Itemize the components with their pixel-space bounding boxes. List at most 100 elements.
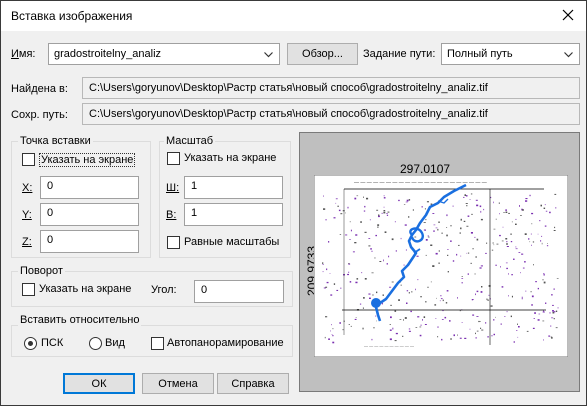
raster-speck [436,297,437,299]
raster-speck [481,286,483,288]
raster-speck [466,225,469,227]
raster-speck [475,293,476,296]
raster-speck [384,231,387,233]
raster-speck [499,213,500,215]
raster-speck [495,218,497,220]
raster-speck [406,302,408,304]
raster-speck [541,242,543,245]
scale-title: Масштаб [164,135,216,147]
raster-speck [389,338,392,341]
width-scale-input[interactable]: 1 [184,176,283,199]
raster-speck [325,316,328,318]
ucs-radio[interactable] [24,337,37,350]
raster-speck [444,316,447,319]
preview-width-label: 297.0107 [400,162,451,176]
raster-speck [438,262,440,264]
raster-speck [408,292,410,294]
raster-speck [427,235,429,237]
insertion-specify-checkbox[interactable] [22,153,35,166]
raster-speck [478,320,480,323]
image-preview: 297.0107 209.9733 — — — — — — — — — — — … [299,132,580,392]
raster-speck [323,208,326,210]
raster-speck [547,243,548,244]
z-input[interactable]: 0 [40,230,139,253]
z-label: Z: [22,236,32,248]
raster-speck [476,204,479,207]
raster-speck [432,265,435,267]
raster-speck [370,248,372,250]
raster-speck [373,327,375,329]
raster-speck [441,319,444,320]
raster-speck [548,335,551,337]
raster-speck [330,294,333,296]
path-mode-combobox[interactable]: Полный путь [441,43,580,65]
raster-speck [487,299,489,301]
raster-speck [534,312,536,314]
raster-speck [545,302,547,304]
raster-speck [501,240,504,242]
raster-speck [372,294,374,296]
raster-speck [435,318,437,319]
found-in-field: C:\Users\goryunov\Desktop\Растр статья\н… [82,77,580,99]
raster-speck [533,318,535,319]
x-input[interactable]: 0 [40,176,139,199]
cancel-button[interactable]: Отмена [142,373,214,394]
path-mode-value: Полный путь [447,48,513,60]
raster-speck [475,332,476,335]
raster-speck [504,316,506,317]
browse-button[interactable]: Обзор... [287,43,358,65]
raster-speck [363,297,365,299]
raster-speck [425,219,427,221]
raster-speck [381,212,384,214]
raster-speck [412,209,414,211]
raster-speck [467,273,469,275]
help-button[interactable]: Справка [217,373,289,394]
raster-speck [386,263,388,265]
raster-speck [510,241,513,243]
raster-speck [392,327,394,330]
raster-speck [408,330,411,332]
autopan-checkbox[interactable] [151,337,164,350]
height-scale-input[interactable]: 1 [184,203,283,226]
raster-speck [446,214,448,217]
raster-speck [542,311,545,313]
scale-specify-label: Указать на экране [184,152,277,164]
raster-speck [421,206,423,208]
view-radio[interactable] [89,337,102,350]
raster-speck [416,255,419,257]
raster-speck [532,241,535,243]
raster-speck [426,201,429,203]
raster-speck [415,288,416,291]
raster-speck [360,221,362,223]
raster-speck [481,329,484,331]
raster-speck [505,262,508,264]
raster-speck [544,225,547,227]
raster-speck [546,245,549,247]
raster-speck [324,336,326,339]
name-combobox[interactable]: gradostroitelny_analiz [48,43,280,65]
raster-speck [496,243,499,245]
y-input[interactable]: 0 [40,203,139,226]
angle-input[interactable]: 0 [194,280,284,303]
raster-speck [469,199,471,200]
raster-speck [471,213,473,215]
uniform-scale-checkbox[interactable] [167,236,180,249]
raster-speck [532,327,535,329]
raster-speck [480,265,483,267]
raster-speck [515,218,517,220]
raster-speck [513,258,515,260]
ok-button[interactable]: ОК [63,373,135,394]
close-icon[interactable] [558,5,578,25]
rotation-specify-checkbox[interactable] [22,283,35,296]
raster-speck [524,261,526,263]
raster-speck [543,273,545,276]
raster-speck [355,281,358,284]
raster-speck [433,230,435,232]
raster-speck [406,290,409,292]
raster-speck [376,291,378,294]
raster-speck [556,278,559,279]
scale-specify-checkbox[interactable] [167,152,180,165]
raster-speck [435,227,438,229]
raster-speck [518,252,521,253]
y-label: Y: [22,209,32,221]
